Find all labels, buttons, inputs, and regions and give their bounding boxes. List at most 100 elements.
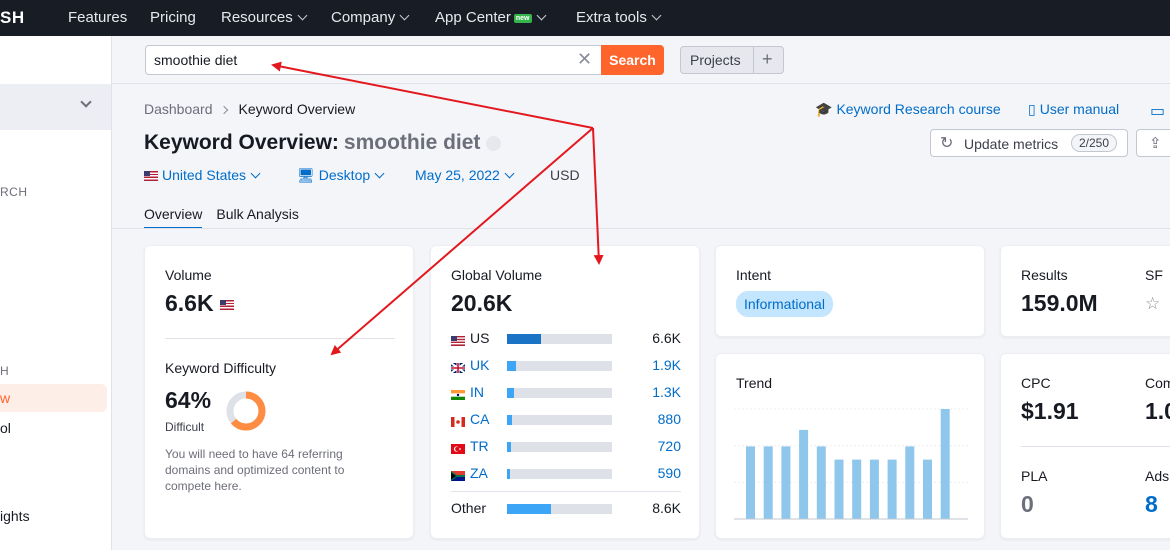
keyword-difficulty-donut [226,391,266,431]
country-volume[interactable]: 590 [658,465,681,481]
cpc-card: CPC $1.91 Com 1.0 PLA 0 Ads 8 [1000,353,1170,539]
course-link-label: Keyword Research course [836,101,1001,117]
divider [1021,446,1170,447]
projects-button[interactable]: Projects + [680,46,784,74]
country-code[interactable]: CA [470,411,489,427]
us-flag-icon [219,299,234,310]
nav-features[interactable]: Features [68,9,127,26]
trend-bar [852,459,862,519]
us-flag-icon [451,333,465,346]
nav-pricing[interactable]: Pricing [150,9,196,26]
trend-bar [940,409,950,519]
cpc-label: CPC [1021,375,1051,391]
nav-app-center-label: App Center [435,9,511,26]
nav-resources[interactable]: Resources [221,9,308,26]
device-selector[interactable]: 🖥 Desktop [297,167,385,184]
update-metrics-button[interactable]: ↻ Update metrics 2/250 [930,129,1128,157]
chevron-down-icon [297,10,308,21]
volume-bar-fill [507,361,517,371]
competition-label: Com [1145,375,1170,391]
page-title: Keyword Overview: smoothie diet [144,131,502,155]
breadcrumb-dashboard[interactable]: Dashboard [144,101,213,117]
volume-number: 6.6K [165,290,214,316]
chevron-down-icon [80,96,92,108]
volume-bar-track [507,361,612,371]
country-volume[interactable]: 880 [658,411,681,427]
us-flag-icon [144,171,158,182]
export-button[interactable]: ⇪ [1136,129,1170,157]
search-button[interactable]: Search [601,45,664,75]
volume-bar-fill [507,442,511,452]
global-volume-row: IN 1.3K [451,384,681,402]
star-icon: ☆ [1145,294,1161,313]
country-volume[interactable]: 1.3K [652,384,681,400]
sidebar-project-selector[interactable] [0,84,111,130]
country-code[interactable]: IN [470,384,484,400]
country-volume[interactable]: 1.9K [652,357,681,373]
in-flag-icon [451,387,465,400]
chevron-down-icon [250,168,261,179]
keyword-research-course-link[interactable]: 🎓 Keyword Research course [815,101,1001,118]
page-title-keyword: smoothie diet [343,131,481,154]
country-code[interactable]: TR [470,438,489,454]
trend-label: Trend [736,375,773,391]
country-code[interactable]: UK [470,357,489,373]
country-selector[interactable]: United States [144,167,261,183]
country-volume[interactable]: 720 [658,438,681,454]
tr-flag-icon [451,441,465,454]
pla-label: PLA [1021,468,1048,484]
volume-bar-track [507,415,612,425]
serp-features-label: SF [1145,267,1163,283]
intent-badge[interactable]: Informational [736,291,833,317]
country-code: US [470,330,490,346]
feedback-icon[interactable]: ▭ [1150,101,1165,121]
volume-bar-fill [507,415,512,425]
trend-bar [869,459,879,519]
breadcrumb: Dashboard Keyword Overview [144,101,355,117]
pla-value: 0 [1021,491,1034,517]
nav-app-center[interactable]: App Center new [435,9,546,26]
trend-card: Trend [715,353,985,539]
sidebar-item-insights[interactable]: ights [0,508,30,524]
trend-bar [816,446,826,519]
competition-value: 1.0 [1145,398,1170,424]
volume-bar-track [507,334,612,344]
global-volume-card: Global Volume 20.6K US 6.6K UK 1.9K IN 1.3K CA… [430,245,700,539]
user-manual-link[interactable]: ▯ User manual [1028,101,1119,118]
chevron-down-icon [399,10,410,21]
update-metrics-count: 2/250 [1071,134,1118,152]
tab-overview[interactable]: Overview [144,206,203,229]
manual-link-label: User manual [1039,101,1120,117]
country-code[interactable]: ZA [470,465,488,481]
book-icon: ▯ [1028,101,1036,117]
keyword-difficulty-value: 64% [165,387,212,413]
global-volume-row: TR 720 [451,438,681,456]
sidebar-item-tool[interactable]: ol [0,420,11,436]
volume-bar-track [507,442,612,452]
close-icon[interactable]: ✕ [577,49,592,70]
sidebar-section-label: H [0,364,10,378]
volume-bar-track [507,504,612,514]
breadcrumb-current: Keyword Overview [238,101,356,117]
volume-bar-fill [507,388,514,398]
global-volume-row: ZA 590 [451,465,681,483]
favorite-icon[interactable] [486,135,502,151]
nav-extra-tools-label: Extra tools [576,9,647,26]
tab-bulk-analysis[interactable]: Bulk Analysis [216,206,298,227]
date-selector[interactable]: May 25, 2022 [415,167,515,183]
plus-icon[interactable]: + [762,49,773,70]
trend-bar [887,459,897,519]
sidebar-item-keyword-overview[interactable]: w [0,390,10,406]
ads-value[interactable]: 8 [1145,491,1158,518]
trend-bar [905,446,915,519]
volume-bar-track [507,388,612,398]
logo[interactable]: SH [0,8,25,28]
tab-bar: Overview Bulk Analysis [144,206,313,229]
divider [451,491,681,492]
nav-extra-tools[interactable]: Extra tools [576,9,662,26]
currency-label: USD [550,167,580,183]
tabs-divider [112,228,1170,229]
volume-card: Volume 6.6K Keyword Difficulty 64% Diffi… [144,245,414,539]
search-input[interactable]: smoothie diet [145,45,602,75]
nav-company[interactable]: Company [331,9,410,26]
